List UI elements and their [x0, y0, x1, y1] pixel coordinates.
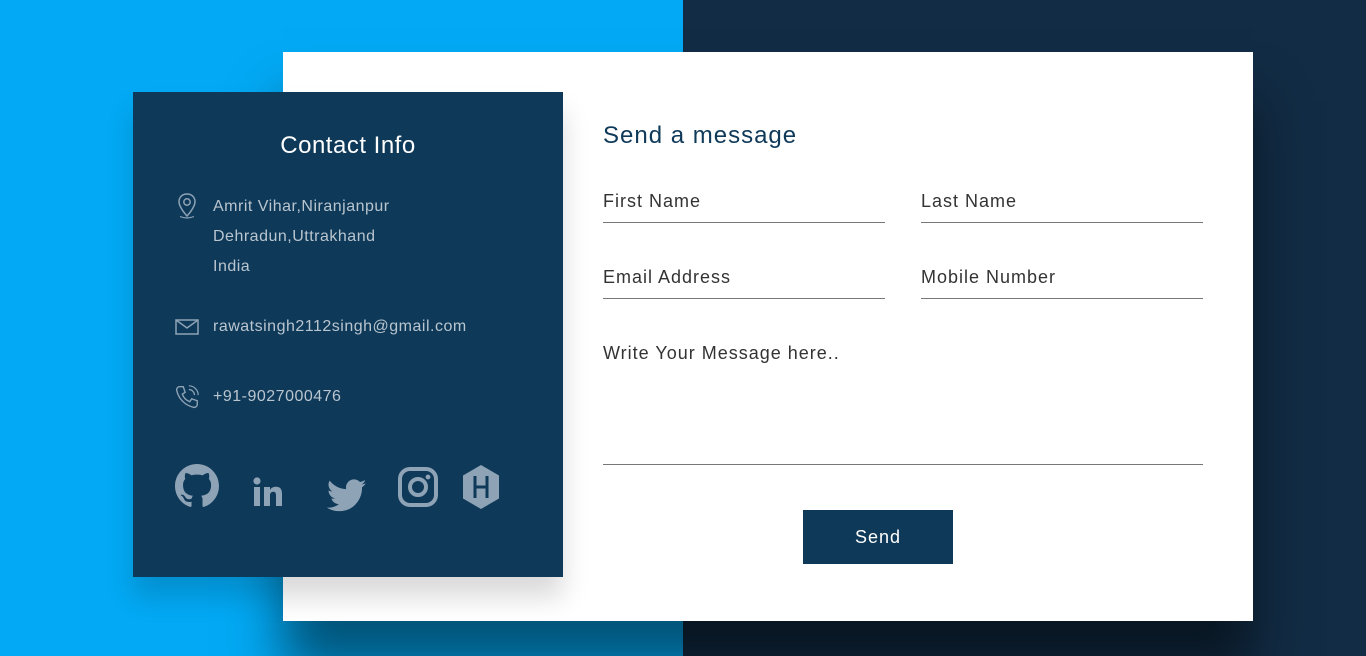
- address-line: Dehradun,Uttrakhand: [213, 228, 376, 245]
- github-icon[interactable]: [175, 464, 219, 513]
- phone-number[interactable]: +91-9027000476: [213, 382, 341, 412]
- hackerrank-icon[interactable]: [461, 464, 501, 515]
- address-line: Amrit Vihar,Niranjanpur: [213, 198, 390, 215]
- address-line: India: [213, 258, 251, 275]
- phone-row: +91-9027000476: [173, 382, 341, 412]
- social-links: [175, 464, 515, 514]
- form-title: Send a message: [603, 122, 798, 149]
- address-text: Amrit Vihar,Niranjanpur Dehradun,Uttrakh…: [213, 192, 390, 282]
- address-row: Amrit Vihar,Niranjanpur Dehradun,Uttrakh…: [173, 192, 390, 282]
- contact-info-panel: Contact Info Amrit Vihar,Niranjanpur Deh…: [133, 92, 563, 577]
- envelope-icon: [173, 312, 201, 340]
- phone-text: +91-9027000476: [213, 382, 341, 412]
- linkedin-icon[interactable]: [252, 476, 284, 513]
- first-name-input[interactable]: [603, 191, 885, 223]
- mobile-number-input[interactable]: [921, 267, 1203, 299]
- email-row: rawatsingh2112singh@gmail.com: [173, 312, 467, 342]
- message-textarea[interactable]: [603, 343, 1203, 465]
- twitter-icon[interactable]: [326, 479, 367, 518]
- last-name-input[interactable]: [921, 191, 1203, 223]
- contact-info-title: Contact Info: [280, 132, 416, 159]
- instagram-icon[interactable]: [397, 466, 439, 513]
- email-text: rawatsingh2112singh@gmail.com: [213, 312, 467, 342]
- email-input[interactable]: [603, 267, 885, 299]
- email-address[interactable]: rawatsingh2112singh@gmail.com: [213, 312, 467, 342]
- location-pin-icon: [173, 192, 201, 220]
- phone-icon: [173, 382, 201, 410]
- send-button[interactable]: Send: [803, 510, 953, 564]
